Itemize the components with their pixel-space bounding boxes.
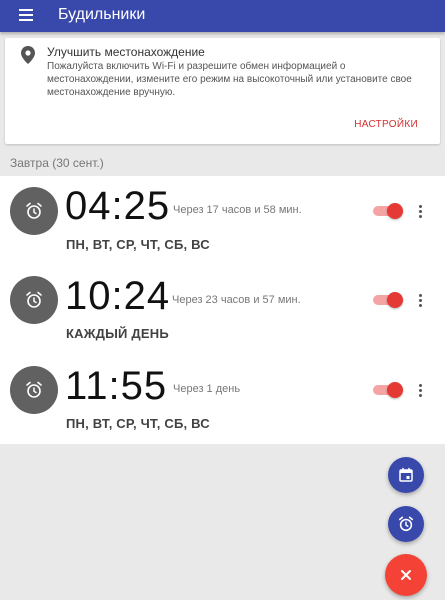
alarm-time[interactable]: 11:55: [65, 366, 167, 406]
settings-button[interactable]: НАСТРОЙКИ: [354, 119, 418, 130]
menu-icon[interactable]: [15, 4, 39, 28]
location-card: Улучшить местонахождение Пожалуйста вклю…: [5, 38, 440, 144]
alarm-clock-icon: [398, 516, 414, 532]
alarm-clock-icon: [26, 291, 42, 308]
location-card-body: Пожалуйста включить Wi-Fi и разрешите об…: [47, 61, 412, 98]
alarm-list: 04:25 Через 17 часов и 58 мин. ПН, ВТ, С…: [0, 176, 445, 444]
alarm-item[interactable]: 04:25 Через 17 часов и 58 мин. ПН, ВТ, С…: [0, 176, 445, 264]
more-options-icon[interactable]: [417, 292, 425, 308]
alarm-clock-icon: [26, 202, 42, 219]
alarm-days[interactable]: ПН, ВТ, СР, ЧТ, СБ, ВС: [66, 416, 210, 431]
location-pin-icon: [21, 46, 35, 64]
more-options-icon[interactable]: [417, 203, 425, 219]
alarm-remaining: Через 17 часов и 58 мин.: [173, 204, 302, 216]
section-label: Завтра (30 сент.): [10, 156, 104, 170]
alarm-avatar: [10, 187, 58, 235]
close-fab-menu-button[interactable]: [385, 554, 427, 596]
alarm-remaining: Через 1 день: [173, 383, 241, 395]
alarm-clock-icon: [26, 381, 42, 398]
page-title: Будильники: [58, 6, 146, 23]
more-options-icon[interactable]: [417, 382, 425, 398]
alarm-toggle[interactable]: [373, 203, 403, 219]
alarm-days[interactable]: ПН, ВТ, СР, ЧТ, СБ, ВС: [66, 237, 210, 252]
alarm-time[interactable]: 04:25: [65, 186, 170, 226]
alarm-remaining: Через 23 часов и 57 мин.: [172, 294, 301, 306]
alarm-time[interactable]: 10:24: [65, 276, 170, 316]
close-icon: [401, 570, 411, 580]
alarm-days[interactable]: КАЖДЫЙ ДЕНЬ: [66, 326, 169, 341]
alarm-avatar: [10, 366, 58, 414]
location-card-title: Улучшить местонахождение: [47, 45, 205, 59]
add-calendar-alarm-button[interactable]: [388, 457, 424, 493]
alarm-avatar: [10, 276, 58, 324]
alarm-item[interactable]: 10:24 Через 23 часов и 57 мин. КАЖДЫЙ ДЕ…: [0, 266, 445, 354]
alarm-toggle[interactable]: [373, 292, 403, 308]
add-alarm-button[interactable]: [388, 506, 424, 542]
calendar-icon: [399, 467, 413, 482]
alarm-toggle[interactable]: [373, 382, 403, 398]
alarm-item[interactable]: 11:55 Через 1 день ПН, ВТ, СР, ЧТ, СБ, В…: [0, 356, 445, 444]
app-bar: Будильники: [0, 0, 445, 32]
